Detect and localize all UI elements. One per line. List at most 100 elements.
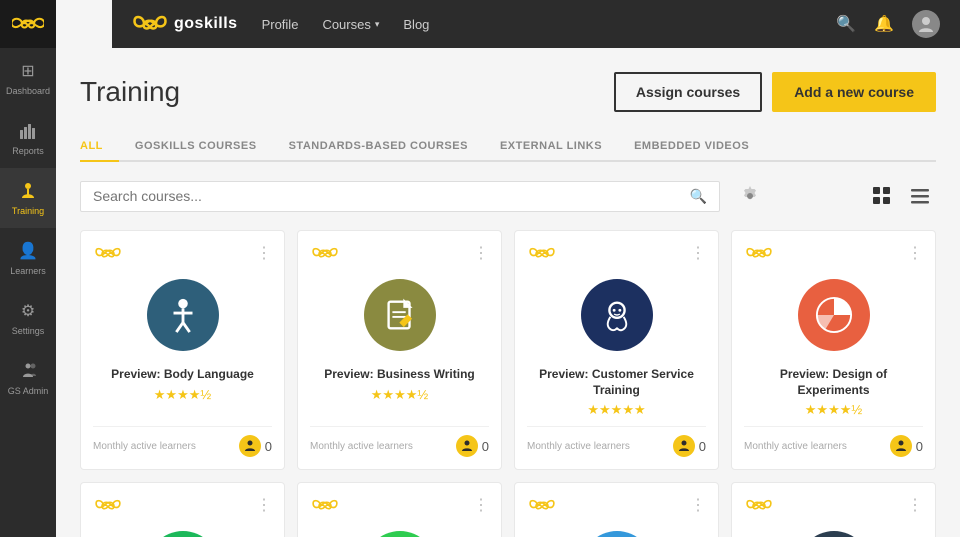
card-menu-icon[interactable]: ⋮ [256,243,272,263]
card-menu-icon[interactable]: ⋮ [256,495,272,515]
sidebar-item-training[interactable]: Training [0,168,56,228]
course-card[interactable]: ⋮ Preview: Course 8 ★★★★☆ Monthly active… [731,482,936,537]
tab-all[interactable]: ALL [80,132,119,162]
card-icon-wrap [310,531,489,537]
search-box[interactable]: 🔍 [80,181,720,212]
learners-count: 0 [673,435,706,457]
course-icon [798,279,870,351]
course-icon [581,531,653,537]
course-icon [147,279,219,351]
sidebar: ⊞ Dashboard Reports Training 👤 Learners [0,0,56,537]
learners-count: 0 [456,435,489,457]
sidebar-item-gs-admin[interactable]: GS Admin [0,348,56,408]
course-icon [798,531,870,537]
goskills-logo [744,496,774,514]
sidebar-item-label: Reports [12,146,44,156]
card-menu-icon[interactable]: ⋮ [690,495,706,515]
sidebar-item-label: Settings [12,326,45,336]
course-title: Preview: Business Writing [310,367,489,383]
learners-icon: 👤 [17,240,39,262]
card-menu-icon[interactable]: ⋮ [473,243,489,263]
header-buttons: Assign courses Add a new course [614,72,936,112]
search-input[interactable] [93,188,690,204]
learners-count: 0 [239,435,272,457]
card-header: ⋮ [527,495,706,515]
settings-icon: ⚙ [17,300,39,322]
sidebar-item-dashboard[interactable]: ⊞ Dashboard [0,48,56,108]
tab-external[interactable]: EXTERNAL LINKS [484,132,618,162]
course-title: Preview: Body Language [93,367,272,383]
card-menu-icon[interactable]: ⋮ [690,243,706,263]
search-icon[interactable]: 🔍 [836,14,856,34]
card-footer: Monthly active learners 0 [93,426,272,457]
grid-view-button[interactable] [866,180,898,212]
course-card[interactable]: ⋮ Preview: Customer Service Training ★★★… [514,230,719,470]
learner-count-value: 0 [699,439,706,454]
filter-settings-button[interactable] [732,178,768,214]
learner-icon [890,435,912,457]
tab-embedded[interactable]: EMBEDDED VIDEOS [618,132,765,162]
sidebar-item-label: GS Admin [8,386,49,396]
card-menu-icon[interactable]: ⋮ [907,495,923,515]
card-header: ⋮ [310,495,489,515]
course-title: Preview: Design of Experiments [744,367,923,398]
sidebar-item-label: Dashboard [6,86,50,96]
nav-courses[interactable]: Courses ▾ [322,17,379,32]
logo[interactable] [0,0,56,48]
tab-standards[interactable]: STANDARDS-BASED COURSES [273,132,484,162]
learners-label: Monthly active learners [744,441,847,452]
course-card[interactable]: ⋮ Preview: Course 7 ★★★★☆ Monthly active… [514,482,719,537]
course-card[interactable]: ⋮ Preview: Business Writing ★★★★½ Monthl… [297,230,502,470]
tab-goskills[interactable]: GOSKILLS COURSES [119,132,273,162]
learners-label: Monthly active learners [310,441,413,452]
course-card[interactable]: ⋮ Preview: Course 6 ★★★★☆ Monthly active… [297,482,502,537]
goskills-logo [310,496,340,514]
top-navigation: goskills Profile Courses ▾ Blog 🔍 🔔 [112,0,960,48]
sidebar-item-reports[interactable]: Reports [0,108,56,168]
add-new-course-button[interactable]: Add a new course [772,72,936,112]
goskills-logo [93,244,123,262]
brand-logo[interactable]: goskills [132,13,238,35]
bell-icon[interactable]: 🔔 [874,14,894,34]
learner-icon [239,435,261,457]
card-header: ⋮ [93,243,272,263]
learners-label: Monthly active learners [93,441,196,452]
learner-icon [456,435,478,457]
user-avatar[interactable] [912,10,940,38]
search-icon: 🔍 [690,188,707,205]
nav-profile[interactable]: Profile [262,17,299,32]
card-icon-wrap [744,531,923,537]
brand-name: goskills [174,15,238,33]
course-card[interactable]: ⋮ Preview: Course 5 ★★★★☆ Monthly active… [80,482,285,537]
reports-icon [17,120,39,142]
card-menu-icon[interactable]: ⋮ [473,495,489,515]
goskills-logo [527,496,557,514]
list-view-button[interactable] [904,180,936,212]
assign-courses-button[interactable]: Assign courses [614,72,762,112]
card-header: ⋮ [93,495,272,515]
nav-blog[interactable]: Blog [403,17,429,32]
course-rating: ★★★★½ [310,387,489,403]
card-icon-wrap [93,531,272,537]
card-header: ⋮ [310,243,489,263]
training-icon [17,180,39,202]
course-card[interactable]: ⋮ Preview: Design of Experiments ★★★★½ M… [731,230,936,470]
card-footer: Monthly active learners 0 [310,426,489,457]
course-icon [364,279,436,351]
course-rating: ★★★★½ [93,387,272,403]
card-footer: Monthly active learners 0 [527,426,706,457]
sidebar-item-learners[interactable]: 👤 Learners [0,228,56,288]
course-card[interactable]: ⋮ Preview: Body Language ★★★★½ Monthly a… [80,230,285,470]
learner-icon [673,435,695,457]
course-icon [581,279,653,351]
card-header: ⋮ [744,243,923,263]
page-header: Training Assign courses Add a new course [80,72,936,112]
dashboard-icon: ⊞ [17,60,39,82]
learner-count-value: 0 [482,439,489,454]
sidebar-item-settings[interactable]: ⚙ Settings [0,288,56,348]
course-title: Preview: Customer Service Training [527,367,706,398]
card-icon-wrap [310,279,489,351]
gs-admin-icon [17,360,39,382]
card-menu-icon[interactable]: ⋮ [907,243,923,263]
course-tabs: ALL GOSKILLS COURSES STANDARDS-BASED COU… [80,132,936,162]
